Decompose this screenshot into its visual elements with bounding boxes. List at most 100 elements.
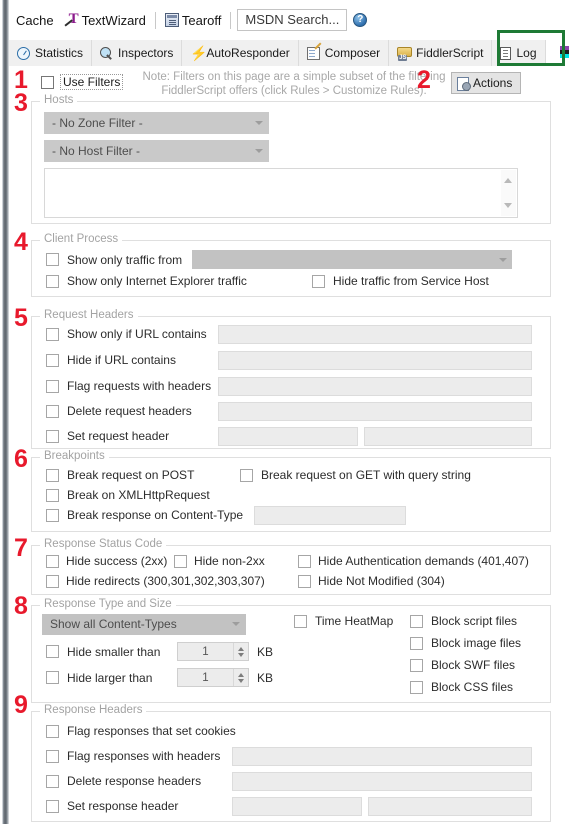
scroll-down-icon[interactable]: [504, 203, 512, 208]
hide-non2xx-label: Hide non-2xx: [194, 554, 265, 568]
delete-response-headers-input[interactable]: [232, 771, 532, 791]
flag-responses-cookies-label: Flag responses that set cookies: [67, 724, 236, 738]
zone-filter-select[interactable]: - No Zone Filter -: [44, 112, 269, 134]
block-script-files-label: Block script files: [431, 614, 518, 628]
flag-responses-headers-input[interactable]: [232, 746, 532, 766]
show-only-ie-checkbox[interactable]: [46, 274, 59, 288]
block-script-files-checkbox[interactable]: [410, 614, 423, 628]
toolbar-textwizard-button[interactable]: T TextWizard: [59, 7, 151, 33]
block-image-files-checkbox[interactable]: [410, 636, 423, 650]
flag-requests-with-headers-value: [219, 378, 531, 380]
hide-smaller-than-stepper[interactable]: 1: [177, 642, 249, 661]
hide-redirects-checkbox[interactable]: [46, 574, 59, 588]
set-response-header-value-input[interactable]: [368, 796, 532, 816]
flag-responses-headers-label: Flag responses with headers: [67, 749, 221, 763]
tab-autoresponder[interactable]: ⚡ AutoResponder: [182, 40, 299, 66]
block-swf-files-checkbox[interactable]: [410, 658, 423, 672]
stepper-down-icon[interactable]: [238, 678, 244, 683]
textwizard-icon: T: [64, 11, 79, 28]
time-heatmap-checkbox[interactable]: [294, 614, 307, 628]
toolbar-cache-button[interactable]: Cache: [11, 7, 59, 33]
hosts-textarea[interactable]: [44, 168, 518, 218]
flag-responses-headers-checkbox[interactable]: [46, 749, 59, 763]
break-request-post-checkbox[interactable]: [46, 468, 59, 482]
hide-not-modified-checkbox[interactable]: [298, 574, 311, 588]
hide-service-host-checkbox[interactable]: [312, 274, 325, 288]
hide-larger-than-checkbox[interactable]: [46, 671, 59, 684]
break-content-type-checkbox[interactable]: [46, 508, 59, 522]
flag-requests-with-headers-input[interactable]: [218, 376, 532, 396]
set-request-header-name-input[interactable]: [218, 426, 358, 446]
hide-larger-than-stepper[interactable]: 1: [177, 668, 249, 687]
show-only-url-contains-input[interactable]: [218, 324, 532, 344]
content-types-select[interactable]: Show all Content-Types: [42, 614, 246, 635]
client-process-select[interactable]: [192, 250, 513, 269]
hide-larger-than-stepper-buttons[interactable]: [233, 669, 248, 686]
toolbar-separator-2: [230, 11, 232, 29]
set-request-header-label: Set request header: [67, 429, 170, 443]
help-circle-icon[interactable]: ?: [353, 13, 368, 27]
pencil-note-icon: [306, 46, 320, 60]
break-request-get-checkbox[interactable]: [240, 468, 253, 482]
tab-statistics[interactable]: Statistics: [9, 40, 93, 66]
show-only-url-contains-label: Show only if URL contains: [67, 327, 207, 341]
hide-smaller-than-stepper-buttons[interactable]: [233, 643, 248, 660]
hosts-textarea-value: [45, 169, 517, 175]
hide-success-checkbox[interactable]: [46, 554, 59, 568]
hide-smaller-than-row: Hide smaller than 1 KB: [46, 642, 273, 661]
break-xhr-checkbox[interactable]: [46, 488, 59, 502]
scroll-up-icon[interactable]: [504, 178, 512, 183]
stepper-up-icon[interactable]: [238, 672, 244, 677]
hide-non2xx-checkbox[interactable]: [174, 554, 187, 568]
set-response-header-checkbox[interactable]: [46, 799, 59, 813]
delete-request-headers-checkbox[interactable]: [46, 404, 59, 418]
hosts-textarea-scrollbar[interactable]: [501, 170, 516, 216]
delete-request-headers-input[interactable]: [218, 401, 532, 421]
msdn-search-input[interactable]: MSDN Search...: [237, 9, 348, 31]
filters-note: Note: Filters on this page are a simple …: [129, 70, 459, 98]
tab-inspectors[interactable]: Inspectors: [92, 40, 183, 66]
hide-if-url-contains-input[interactable]: [218, 350, 532, 370]
hide-service-host-row: Hide traffic from Service Host: [312, 274, 489, 288]
hide-redirects-label: Hide redirects (300,301,302,303,307): [66, 574, 265, 588]
annotation-8: 8: [14, 592, 28, 620]
tearoff-icon: [164, 13, 179, 27]
set-request-header-value-value: [365, 428, 531, 430]
set-request-header-row: Set request header: [46, 426, 540, 446]
time-heatmap-row: Time HeatMap: [294, 614, 393, 628]
flag-responses-cookies-checkbox[interactable]: [46, 724, 59, 738]
set-response-header-label: Set response header: [67, 799, 179, 813]
hide-auth-demands-checkbox[interactable]: [298, 554, 311, 568]
flag-requests-with-headers-checkbox[interactable]: [46, 379, 59, 393]
break-request-get-row: Break request on GET with query string: [240, 468, 471, 482]
stepper-down-icon[interactable]: [238, 652, 244, 657]
flag-requests-with-headers-row: Flag requests with headers: [46, 376, 540, 396]
show-only-url-contains-checkbox[interactable]: [46, 327, 59, 341]
toolbar-tearoff-button[interactable]: Tearoff: [160, 7, 227, 33]
toolbar-textwizard-label: TextWizard: [81, 12, 146, 28]
tab-statistics-label: Statistics: [35, 46, 84, 60]
tab-fiddlerscript[interactable]: FiddlerScript: [389, 40, 493, 66]
delete-response-headers-checkbox[interactable]: [46, 774, 59, 788]
tab-log[interactable]: Log: [492, 40, 546, 66]
stepper-up-icon[interactable]: [238, 646, 244, 651]
show-only-ie-row: Show only Internet Explorer traffic: [46, 274, 247, 288]
tab-composer[interactable]: Composer: [298, 40, 390, 66]
set-request-header-value-input[interactable]: [364, 426, 532, 446]
block-css-files-checkbox[interactable]: [410, 680, 423, 694]
delete-response-headers-row: Delete response headers: [46, 771, 540, 791]
break-content-type-input[interactable]: [254, 505, 406, 525]
actions-gear-page-icon: [457, 76, 471, 91]
host-filter-select[interactable]: - No Host Filter -: [44, 140, 269, 162]
use-filters-label: Use Filters: [60, 74, 124, 90]
hide-non2xx-row: Hide non-2xx: [174, 554, 265, 568]
actions-button[interactable]: Actions: [451, 72, 522, 94]
show-only-traffic-from-checkbox[interactable]: [46, 253, 59, 266]
use-filters-checkbox[interactable]: [41, 75, 54, 89]
set-request-header-checkbox[interactable]: [46, 429, 59, 443]
hide-if-url-contains-checkbox[interactable]: [46, 353, 59, 367]
use-filters-row[interactable]: Use Filters: [41, 74, 124, 90]
tab-log-label: Log: [516, 46, 537, 60]
hide-smaller-than-checkbox[interactable]: [46, 645, 59, 658]
set-response-header-name-input[interactable]: [232, 796, 362, 816]
